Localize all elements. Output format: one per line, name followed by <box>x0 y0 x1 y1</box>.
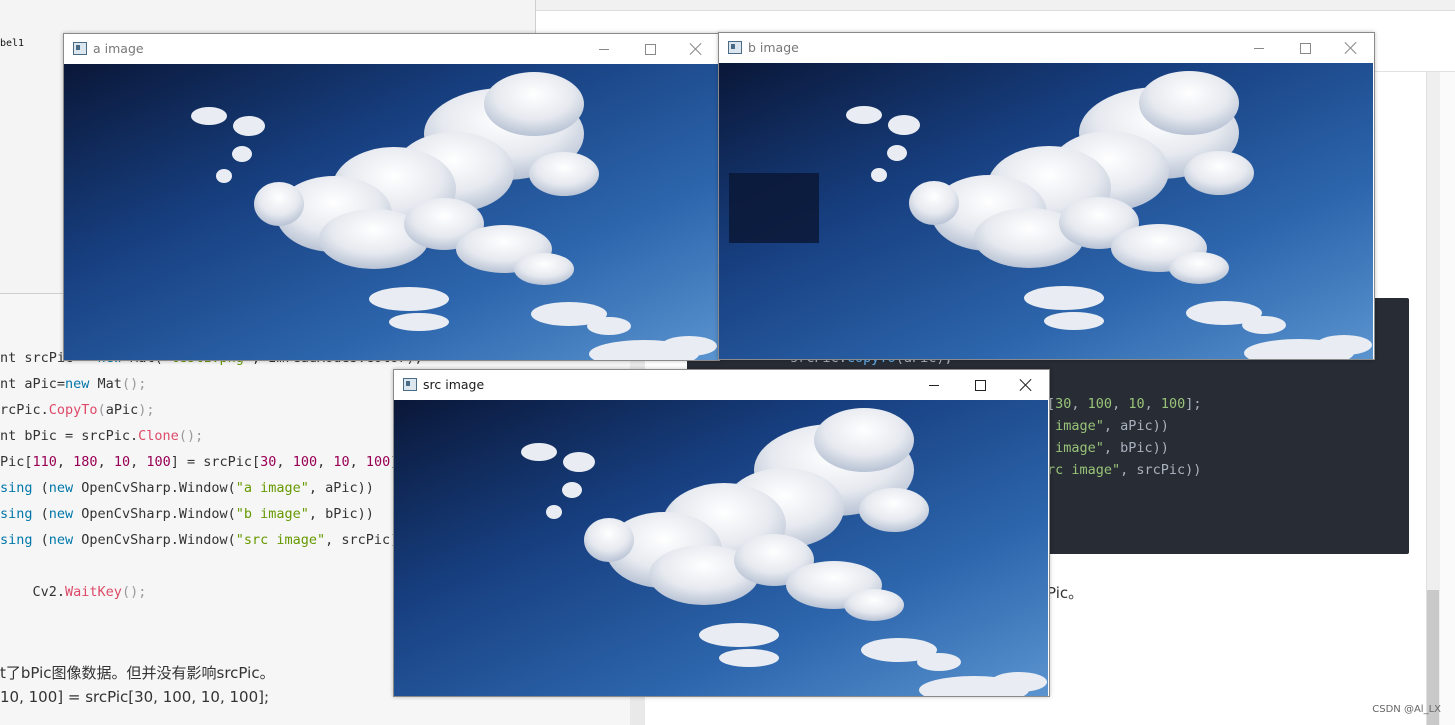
title-bar[interactable]: src image <box>394 370 1049 400</box>
code-line: sing (new OpenCvSharp.Window("a image", … <box>0 480 374 496</box>
window-app-icon <box>73 42 87 55</box>
window-title: src image <box>423 377 485 392</box>
minimize-button[interactable] <box>1236 33 1282 63</box>
close-button[interactable] <box>673 34 719 64</box>
close-icon <box>690 43 702 55</box>
designer-label: bel1 <box>0 38 25 49</box>
minimize-button[interactable] <box>911 370 957 400</box>
close-icon <box>1345 42 1357 54</box>
maximize-button[interactable] <box>957 370 1003 400</box>
scroll-gutter <box>1440 72 1455 725</box>
maximize-button[interactable] <box>1282 33 1328 63</box>
watermark: CSDN @Al_LX <box>1372 704 1441 715</box>
maximize-button[interactable] <box>627 34 673 64</box>
code-line: sing (new OpenCvSharp.Window("src image"… <box>0 532 407 548</box>
code-line: nt bPic = srcPic.Clone(); <box>0 428 204 444</box>
minimize-icon <box>599 48 609 50</box>
close-button[interactable] <box>1328 33 1374 63</box>
maximize-icon <box>974 379 986 391</box>
title-bar[interactable]: a image <box>64 34 719 64</box>
a-image-window[interactable]: a image <box>63 33 720 361</box>
code-line: nt aPic=new Mat(); <box>0 376 147 392</box>
close-icon <box>1020 379 1032 391</box>
code-line: [30, 100, 10, 100]; <box>1047 396 1202 412</box>
close-button[interactable] <box>1003 370 1049 400</box>
prose-line: t了bPic图像数据。但并没有影响srcPic。 <box>0 664 275 682</box>
code-line: rcPic.CopyTo(aPic); <box>0 402 155 418</box>
image-display <box>64 64 719 360</box>
prose-line: 10, 100] = srcPic[30, 100, 10, 100]; <box>0 688 270 706</box>
minimize-icon <box>1254 47 1264 49</box>
image-display <box>719 63 1374 359</box>
code-line: Pic[110, 180, 10, 100] = srcPic[30, 100,… <box>0 454 407 470</box>
maximize-icon <box>1299 42 1311 54</box>
prose-line: Pic。 <box>1047 584 1084 602</box>
code-line: sing (new OpenCvSharp.Window("b image", … <box>0 506 374 522</box>
code-line: image", aPic)) <box>1047 418 1169 434</box>
window-app-icon <box>728 41 742 54</box>
title-bar[interactable]: b image <box>719 33 1374 63</box>
code-line: rc image", srcPic)) <box>1047 462 1202 478</box>
window-app-icon <box>403 378 417 391</box>
code-line: Cv2.WaitKey(); <box>0 584 147 600</box>
minimize-icon <box>929 384 939 386</box>
window-title: b image <box>748 40 799 55</box>
src-image-window[interactable]: src image <box>393 369 1050 697</box>
copied-roi-patch <box>729 173 819 243</box>
minimize-button[interactable] <box>581 34 627 64</box>
code-line: image", bPic)) <box>1047 440 1169 456</box>
right-pane-topbar <box>536 0 1455 11</box>
b-image-window[interactable]: b image <box>718 32 1375 360</box>
image-display <box>394 400 1049 696</box>
window-title: a image <box>93 41 144 56</box>
maximize-icon <box>644 43 656 55</box>
